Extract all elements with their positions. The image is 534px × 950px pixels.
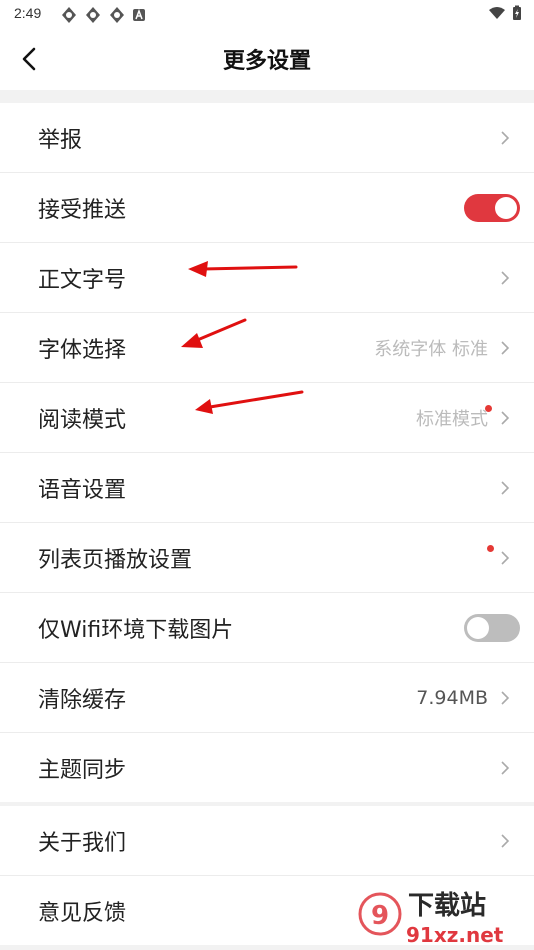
status-time: 2:49: [14, 5, 42, 21]
app-notification-icon: [110, 7, 124, 23]
setting-wifi-images: 仅Wifi环境下载图片: [0, 593, 534, 663]
app-notification-icon: [86, 7, 100, 23]
settings-list-main: 举报 接受推送 正文字号 字体选择 系统字体 标准 阅读模式 标准模式 语音设置…: [0, 103, 534, 802]
setting-about[interactable]: 关于我们: [0, 806, 534, 876]
setting-label: 仅Wifi环境下载图片: [38, 617, 234, 643]
page-title: 更多设置: [222, 49, 311, 74]
toggle-knob: [495, 196, 517, 219]
watermark-url: 91xz.net: [406, 923, 504, 947]
red-dot-badge: [487, 545, 494, 552]
svg-text:9: 9: [371, 901, 389, 931]
wifi-icon: [489, 7, 505, 19]
notification-icons: [60, 6, 146, 24]
chevron-right-icon: [501, 270, 510, 285]
setting-value: 标准模式: [416, 408, 488, 430]
setting-list-playback[interactable]: 列表页播放设置: [0, 523, 534, 593]
setting-label: 主题同步: [38, 757, 127, 783]
setting-label: 清除缓存: [38, 687, 127, 713]
setting-value: 系统字体 标准: [374, 338, 488, 360]
setting-voice[interactable]: 语音设置: [0, 453, 534, 523]
setting-label: 阅读模式: [38, 407, 127, 433]
battery-charging-icon: [513, 5, 521, 20]
setting-label: 意见反馈: [38, 900, 127, 926]
setting-font-size[interactable]: 正文字号: [0, 243, 534, 313]
chevron-right-icon: [501, 760, 510, 775]
nav-bar: 更多设置: [0, 28, 534, 90]
setting-font-select[interactable]: 字体选择 系统字体 标准: [0, 313, 534, 383]
site-watermark-logo: 9 下载站 91xz.net: [358, 891, 504, 947]
setting-report[interactable]: 举报: [0, 103, 534, 173]
cache-size: 7.94MB: [416, 686, 488, 709]
system-icons: [488, 5, 522, 21]
red-dot-badge: [485, 405, 492, 412]
toggle-knob: [467, 616, 489, 639]
a-notification-icon: [133, 8, 145, 21]
setting-label: 列表页播放设置: [38, 547, 193, 573]
chevron-right-icon: [501, 833, 510, 848]
wifi-images-toggle[interactable]: [464, 613, 520, 642]
push-toggle[interactable]: [464, 193, 520, 222]
setting-reading-mode[interactable]: 阅读模式 标准模式: [0, 383, 534, 453]
setting-label: 举报: [38, 127, 83, 153]
setting-theme-sync[interactable]: 主题同步: [0, 733, 534, 802]
chevron-right-icon: [501, 130, 510, 145]
app-notification-icon: [62, 7, 76, 23]
chevron-right-icon: [501, 550, 510, 565]
status-bar: 2:49: [0, 0, 534, 28]
setting-push: 接受推送: [0, 173, 534, 243]
setting-label: 正文字号: [38, 267, 127, 293]
chevron-right-icon: [501, 340, 510, 355]
setting-label: 接受推送: [38, 197, 127, 223]
chevron-right-icon: [501, 480, 510, 495]
setting-label: 字体选择: [38, 337, 127, 363]
setting-label: 关于我们: [38, 830, 127, 856]
watermark-text: 下载站: [408, 891, 486, 921]
setting-clear-cache[interactable]: 清除缓存 7.94MB: [0, 663, 534, 733]
chevron-right-icon: [501, 410, 510, 425]
chevron-right-icon: [501, 690, 510, 705]
setting-label: 语音设置: [38, 477, 127, 503]
